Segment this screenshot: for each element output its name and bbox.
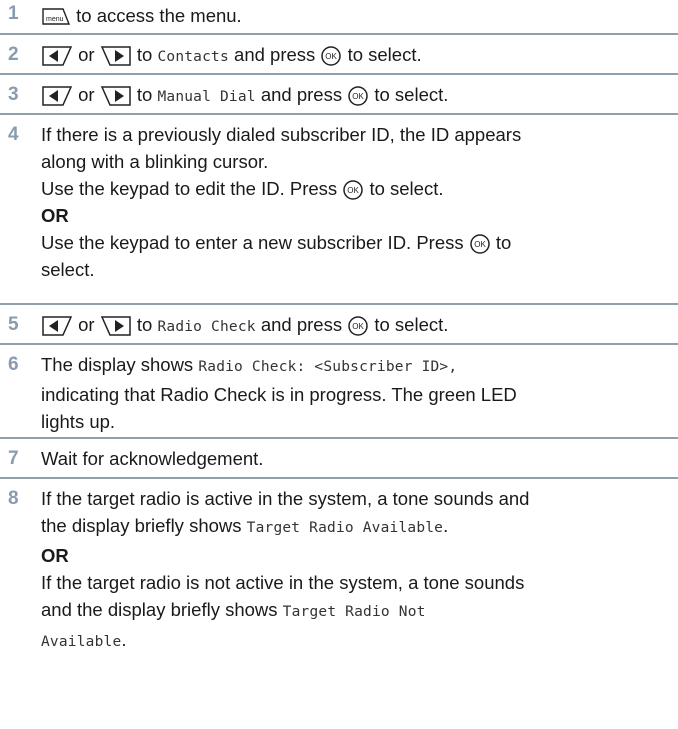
step-text-line: along with a blinking cursor. <box>41 151 269 172</box>
menu-key-label: menu <box>46 16 64 23</box>
period: . <box>121 629 127 650</box>
edit-text: Use the keypad to edit the ID. Press <box>41 178 338 199</box>
procedure-steps: 1 menu to access the menu. 2 or to Conta… <box>0 0 678 650</box>
step-content: menu to access the menu. <box>41 2 242 29</box>
step-number: 4 <box>8 124 19 145</box>
step-5: 5 or to Radio Check and press OK to sele… <box>0 305 678 345</box>
step-number: 2 <box>8 44 19 65</box>
step-content: or to Contacts and press OK to select. <box>41 41 422 71</box>
step-text-line: Use the keypad to enter a new subscriber… <box>41 229 666 256</box>
select-text: to select. <box>374 314 449 335</box>
to-text: to <box>495 232 512 253</box>
right-nav-key-icon <box>100 316 131 336</box>
step-text-line: lights up. <box>41 411 116 432</box>
to-text: to <box>136 84 153 105</box>
step-text: Wait for acknowledgement. <box>41 448 264 469</box>
step-8: 8 If the target radio is active in the s… <box>0 479 678 650</box>
left-nav-key-icon <box>42 316 73 336</box>
display-shows-text: the display briefly shows <box>41 515 242 536</box>
select-text: to select. <box>374 84 449 105</box>
left-nav-key-icon <box>42 86 73 106</box>
ok-key-label: OK <box>348 186 360 195</box>
enter-text: Use the keypad to enter a new subscriber… <box>41 232 464 253</box>
ok-key-label: OK <box>474 240 486 249</box>
display-message: Target Radio Available <box>246 520 444 536</box>
select-text: to select. <box>347 44 422 65</box>
display-message: Radio Check: <Subscriber ID>, <box>198 359 458 375</box>
step-3: 3 or to Manual Dial and press OK to sele… <box>0 75 678 115</box>
step-text-line: If the target radio is not active in the… <box>41 572 525 593</box>
step-text-line: If there is a previously dialed subscrib… <box>41 124 522 145</box>
to-text: to <box>136 44 153 65</box>
step-number: 6 <box>8 354 19 375</box>
step-number: 8 <box>8 488 19 509</box>
step-2: 2 or to Contacts and press OK to select. <box>0 35 678 75</box>
or-text: or <box>78 84 95 105</box>
step-number: 3 <box>8 84 19 105</box>
step-4: 4 If there is a previously dialed subscr… <box>0 115 678 305</box>
right-nav-key-icon <box>100 86 131 106</box>
ok-key-label: OK <box>352 322 364 331</box>
or-text: or <box>78 314 95 335</box>
menu-target: Manual Dial <box>157 89 256 105</box>
step-text-line: the display briefly shows Target Radio A… <box>41 512 666 542</box>
ok-key-icon: OK <box>348 86 368 106</box>
step-content: If the target radio is active in the sys… <box>41 485 666 656</box>
step-text-line: The display shows Radio Check: <Subscrib… <box>41 351 666 381</box>
menu-key-icon: menu <box>42 8 71 25</box>
press-text: and press <box>260 84 343 105</box>
ok-key-label: OK <box>326 52 338 61</box>
ok-key-label: OK <box>352 92 364 101</box>
step-number: 5 <box>8 314 19 335</box>
step-text-line: Use the keypad to edit the ID. Press OK … <box>41 175 666 202</box>
or-label: OR <box>41 205 69 226</box>
ok-key-icon: OK <box>470 234 490 254</box>
step-content: The display shows Radio Check: <Subscrib… <box>41 351 666 435</box>
select-text: to select. <box>369 178 444 199</box>
step-6: 6 The display shows Radio Check: <Subscr… <box>0 345 678 439</box>
step-text-line: If the target radio is active in the sys… <box>41 488 530 509</box>
left-nav-key-icon <box>42 46 73 66</box>
ok-key-icon: OK <box>321 46 342 66</box>
step-text: to access the menu. <box>76 5 242 26</box>
step-1: 1 menu to access the menu. <box>0 0 678 35</box>
step-text-line: indicating that Radio Check is in progre… <box>41 384 517 405</box>
step-7: 7 Wait for acknowledgement. <box>0 439 678 479</box>
step-content: or to Radio Check and press OK to select… <box>41 311 448 341</box>
menu-target: Contacts <box>157 49 229 65</box>
menu-target: Radio Check <box>157 319 256 335</box>
step-content: or to Manual Dial and press OK to select… <box>41 81 448 111</box>
period: . <box>443 515 449 536</box>
step-content: If there is a previously dialed subscrib… <box>41 121 666 283</box>
or-label: OR <box>41 545 69 566</box>
step-number: 7 <box>8 448 19 469</box>
step-text-line: Available. <box>41 626 666 656</box>
display-shows-text: and the display briefly shows <box>41 599 278 620</box>
display-shows-text: The display shows <box>41 354 194 375</box>
press-text: and press <box>234 44 316 65</box>
display-message: Available <box>41 634 122 650</box>
step-text-line: and the display briefly shows Target Rad… <box>41 596 666 626</box>
ok-key-icon: OK <box>348 316 368 336</box>
display-message: Target Radio Not <box>282 604 426 620</box>
right-nav-key-icon <box>100 46 131 66</box>
press-text: and press <box>260 314 343 335</box>
or-text: or <box>78 44 95 65</box>
step-number: 1 <box>8 3 19 24</box>
to-text: to <box>136 314 153 335</box>
ok-key-icon: OK <box>343 180 364 200</box>
step-text-line: select. <box>41 259 95 280</box>
